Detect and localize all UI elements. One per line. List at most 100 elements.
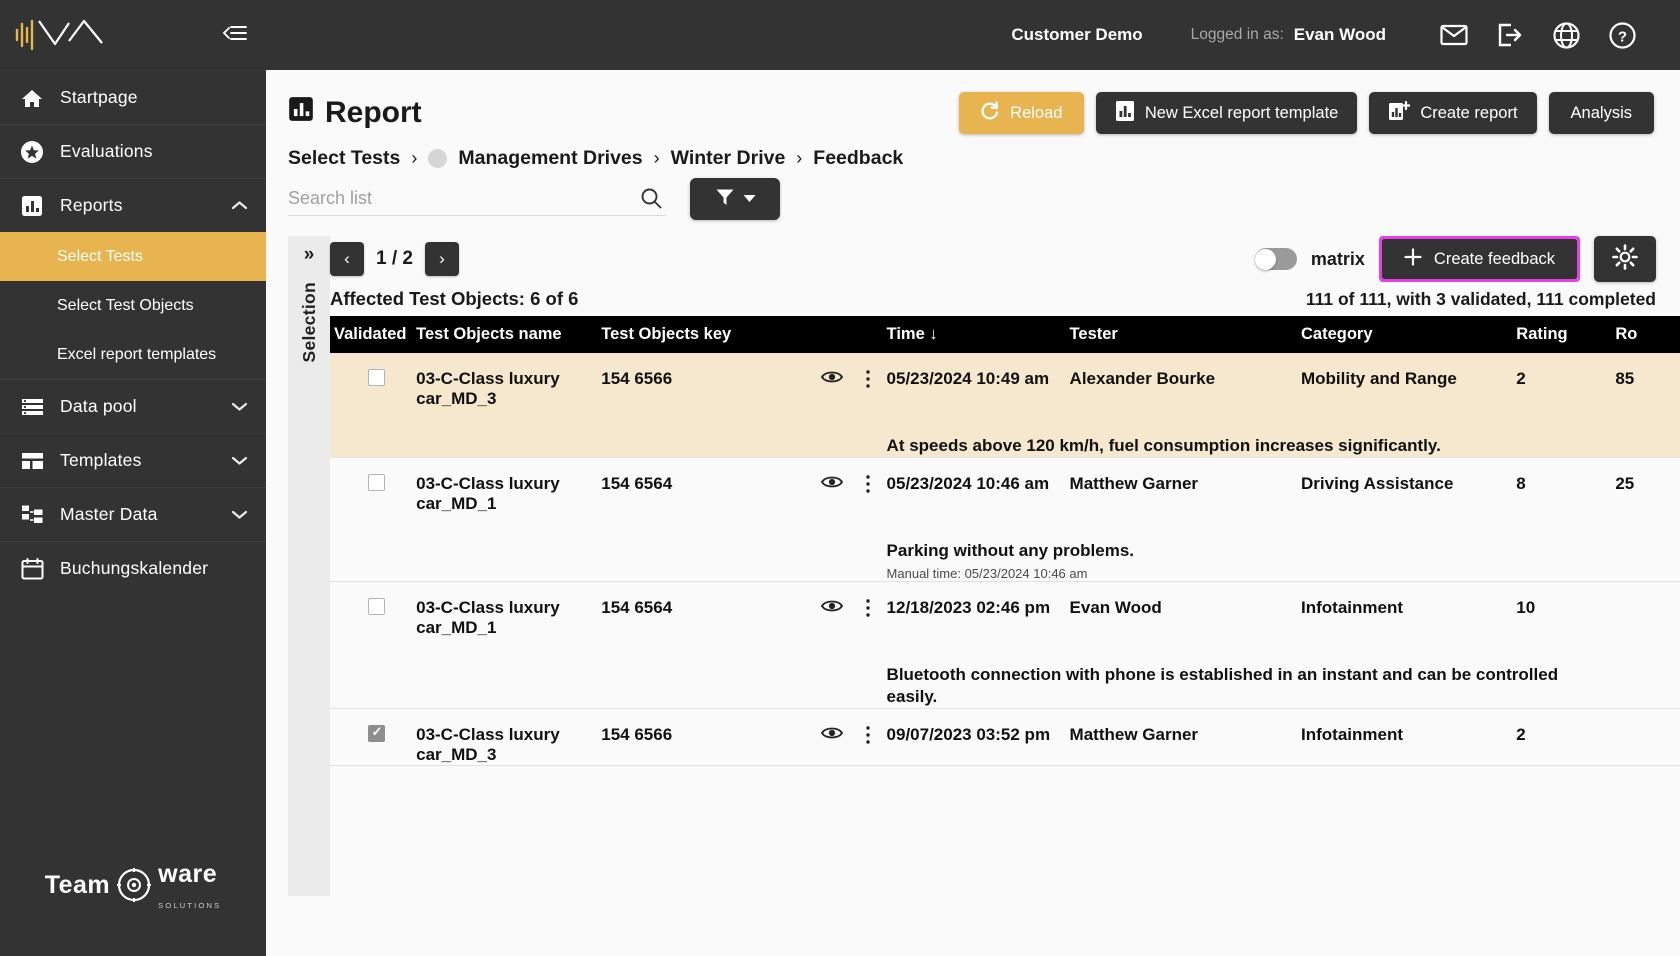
sidebar-footer-logo: Team ware SOLUTIONS	[0, 860, 266, 910]
sidebar-item-data-pool[interactable]: Data pool	[0, 379, 266, 433]
breadcrumb-item-management-drives[interactable]: Management Drives	[458, 147, 642, 170]
topbar: Customer Demo Logged in as: Evan Wood ?	[266, 0, 1680, 70]
eye-icon[interactable]	[820, 725, 843, 746]
create-report-button[interactable]: Create report	[1369, 92, 1537, 134]
page-indicator: 1 / 2	[376, 248, 413, 269]
hierarchy-icon	[20, 504, 44, 525]
brand-tagline: SOLUTIONS	[158, 901, 222, 910]
row-key-cell: 154 6566	[601, 709, 886, 765]
sidebar-item-select-test-objects[interactable]: Select Test Objects	[0, 281, 266, 330]
row-rating-cell: 2	[1516, 369, 1526, 388]
collapse-sidebar-icon[interactable]	[222, 23, 248, 48]
kebab-menu-icon[interactable]	[865, 474, 871, 499]
plus-icon	[1404, 247, 1422, 271]
sidebar-item-buchungskalender[interactable]: Buchungskalender	[0, 541, 266, 595]
breadcrumb-item-select-tests[interactable]: Select Tests	[288, 147, 400, 170]
sidebar-label-reports: Reports	[60, 195, 123, 215]
gear-circle-logo-icon	[117, 868, 152, 902]
reload-button[interactable]: Reload	[958, 92, 1084, 134]
col-test-objects-name[interactable]: Test Objects name	[416, 316, 602, 353]
matrix-toggle[interactable]	[1254, 248, 1297, 270]
sidebar-item-evaluations[interactable]: Evaluations	[0, 124, 266, 178]
page-toolbar: Reload New Excel report template Create …	[958, 92, 1654, 134]
row-key-cell: 154 6564	[601, 458, 886, 581]
calendar-icon	[20, 557, 44, 580]
sidebar-item-startpage[interactable]: Startpage	[0, 70, 266, 124]
table-row[interactable]: 03-C-Class luxury car_MD_1 154 6564 05/2…	[330, 458, 1680, 582]
kebab-menu-icon[interactable]	[865, 725, 871, 750]
eye-icon[interactable]	[820, 474, 843, 495]
sidebar-item-excel-report-templates[interactable]: Excel report templates	[0, 330, 266, 379]
validated-checkbox[interactable]	[368, 474, 385, 492]
globe-icon[interactable]	[1538, 21, 1594, 49]
app-logo	[14, 13, 124, 57]
table-area: » Selection ‹ 1 / 2 › matrix Create feed…	[266, 220, 1680, 896]
sidebar-item-master-data[interactable]: Master Data	[0, 487, 266, 541]
help-icon[interactable]: ?	[1594, 21, 1650, 49]
table-meta-row: Affected Test Objects: 6 of 6 111 of 111…	[330, 288, 1680, 310]
table-settings-button[interactable]	[1594, 236, 1656, 282]
prev-page-button[interactable]: ‹	[330, 242, 364, 276]
analysis-button[interactable]: Analysis	[1548, 92, 1654, 134]
table-row[interactable]: 03-C-Class luxury car_MD_3 154 6566 09/0…	[330, 709, 1680, 766]
expand-selection-icon[interactable]: »	[304, 244, 315, 266]
sidebar-item-reports[interactable]: Reports	[0, 178, 266, 232]
validated-checkbox[interactable]	[368, 369, 385, 386]
col-ro[interactable]: Ro	[1615, 316, 1680, 353]
breadcrumb-item-feedback[interactable]: Feedback	[813, 147, 903, 170]
filter-button[interactable]	[690, 178, 780, 220]
gear-icon	[1612, 243, 1638, 275]
sidebar-item-select-tests[interactable]: Select Tests	[0, 232, 266, 281]
matrix-toggle-knob	[1254, 248, 1276, 270]
row-category-cell: Driving Assistance	[1301, 474, 1454, 494]
sidebar-label-select-test-objects: Select Test Objects	[57, 296, 194, 314]
row-rating-cell: 10	[1516, 598, 1536, 618]
eye-icon[interactable]	[820, 598, 843, 619]
row-name-cell: 03-C-Class luxury car_MD_1	[416, 474, 560, 514]
table-header-row: Validated Test Objects name Test Objects…	[330, 316, 1680, 353]
chevron-down-icon	[231, 450, 248, 471]
create-feedback-button[interactable]: Create feedback	[1381, 239, 1577, 279]
breadcrumb-separator-icon: ›	[796, 148, 803, 168]
col-test-objects-key[interactable]: Test Objects key	[601, 316, 887, 353]
chevron-down-icon	[231, 504, 248, 525]
mail-icon[interactable]	[1426, 24, 1482, 46]
row-ro-cell	[1615, 582, 1680, 708]
col-category[interactable]: Category	[1301, 316, 1517, 353]
kebab-menu-icon[interactable]	[865, 369, 871, 394]
row-name-cell: 03-C-Class luxury car_MD_1	[416, 598, 560, 638]
excel-report-icon	[1115, 100, 1135, 127]
chevron-up-icon	[231, 195, 248, 216]
logout-icon[interactable]	[1482, 23, 1538, 47]
kebab-menu-icon[interactable]	[865, 598, 871, 623]
col-time[interactable]: Time ↓	[886, 316, 1070, 353]
validated-checkbox[interactable]	[368, 598, 385, 616]
breadcrumb-separator-icon: ›	[411, 148, 418, 168]
row-time-cell: 09/07/2023 03:52 pm	[886, 725, 1051, 745]
row-time-cell: 12/18/2023 02:46 pm Bluetooth connection…	[886, 598, 1559, 707]
table-row[interactable]: 03-C-Class luxury car_MD_3 154 6566 05/2…	[330, 353, 1680, 458]
eye-icon[interactable]	[820, 369, 843, 390]
page-title-text: Report	[325, 96, 422, 129]
col-rating[interactable]: Rating	[1516, 316, 1616, 353]
col-validated[interactable]: Validated	[330, 316, 417, 353]
selection-rail[interactable]: » Selection	[288, 236, 330, 896]
sidebar-item-templates[interactable]: Templates	[0, 433, 266, 487]
table-row[interactable]: 03-C-Class luxury car_MD_1 154 6564 12/1…	[330, 582, 1680, 709]
brand-name-part1: Team	[44, 870, 111, 899]
reload-icon	[980, 100, 1000, 126]
search-icon[interactable]	[640, 187, 662, 214]
sidebar-label-master-data: Master Data	[60, 504, 158, 524]
next-page-button[interactable]: ›	[424, 242, 459, 276]
matrix-toggle-label: matrix	[1310, 248, 1365, 269]
new-excel-report-template-button[interactable]: New Excel report template	[1095, 92, 1358, 134]
brand-name-part2: ware	[158, 860, 218, 888]
breadcrumb-item-winter-drive[interactable]: Winter Drive	[671, 147, 786, 170]
breadcrumb: Select Tests › Management Drives › Winte…	[266, 134, 1680, 170]
chevron-down-icon	[231, 396, 248, 417]
breadcrumb-status-dot	[428, 149, 448, 168]
search-input[interactable]	[288, 188, 628, 209]
row-key-cell: 154 6564	[601, 582, 886, 708]
col-tester[interactable]: Tester	[1069, 316, 1301, 353]
validated-checkbox[interactable]	[368, 724, 385, 743]
